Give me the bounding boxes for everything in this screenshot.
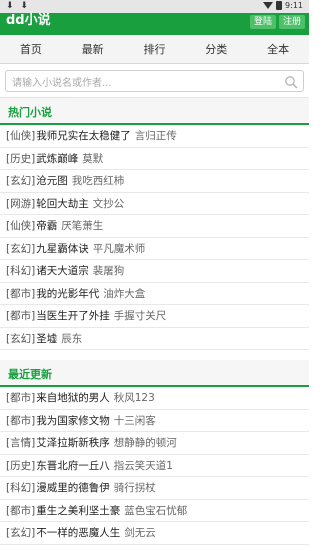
nav-ranking[interactable]: 排行 [124,35,186,63]
list-item[interactable]: [都市]当医生开了外挂 手握寸关尺 [0,305,309,328]
author-link[interactable]: 指云笑天道1 [114,460,173,472]
author-link[interactable]: 蓝色宝石忧郁 [124,505,187,517]
search-icon[interactable] [284,75,298,89]
list-item[interactable]: [仙侠]帝霸 厌笔萧生 [0,215,309,238]
category-label: [玄幻] [6,242,36,255]
register-button[interactable]: 注册 [278,15,305,29]
list-item[interactable]: [科幻]漫威里的德鲁伊 骑行拐杖 [0,477,309,500]
hot-section-header: 热门小说 [0,98,309,125]
hot-section-title: 热门小说 [8,106,52,119]
book-title-link[interactable]: 帝霸 [36,220,57,232]
search-input[interactable] [6,73,303,94]
book-title-link[interactable]: 重生之美利坚土豪 [36,505,120,517]
category-label: [历史] [6,459,36,472]
login-button[interactable]: 登陆 [249,15,276,29]
author-link[interactable]: 裴屠狗 [93,265,125,277]
section-spacer [0,350,309,360]
app-header: dd小说 登陆 注册 [0,13,309,35]
category-label: [仙侠] [6,220,36,232]
category-label: [科幻] [6,265,36,277]
book-title-link[interactable]: 诸天大道宗 [36,265,89,277]
book-title-link[interactable]: 武炼巅峰 [36,153,78,165]
auth-buttons: 登陆 注册 [249,15,305,29]
list-item[interactable]: [都市]我为国家修文物 十三闲客 [0,410,309,432]
book-title-link[interactable]: 艾泽拉斯新秩序 [36,437,110,449]
book-title-link[interactable]: 漫威里的德鲁伊 [36,482,110,494]
download-icon: ⬇ ⬇ [6,1,30,11]
latest-list: [都市]来自地狱的男人 秋风123 [都市]我为国家修文物 十三闲客 [言情]艾泽拉斯新… [0,387,309,550]
list-item[interactable]: [历史]武炼巅峰 莫默 [0,148,309,170]
category-label: [玄幻] [6,527,36,539]
author-link[interactable]: 平凡魔术师 [93,243,146,255]
list-item[interactable]: [仙侠]别拿师兄不当大佬肝天 [0,545,309,550]
status-right: 9:11 [263,1,303,10]
hot-list: [仙侠]我师兄实在太稳健了 言归正传 [历史]武炼巅峰 莫默 [玄幻]沧元图 我吃西红柿[… [0,125,309,350]
book-title-link[interactable]: 我师兄实在太稳健了 [36,130,131,142]
list-item[interactable]: [历史]东晋北府一丘八 指云笑天道1 [0,455,309,477]
category-label: [科幻] [6,482,36,494]
list-item[interactable]: [玄幻]九星霸体诀 平凡魔术师 [0,238,309,260]
category-label: [历史] [6,152,36,165]
author-link[interactable]: 辰东 [61,333,82,345]
author-link[interactable]: 想静静的顿河 [114,437,177,449]
search-bar [0,64,309,98]
clock: 9:11 [285,1,303,10]
category-label: [言情] [6,437,36,449]
list-item[interactable]: [玄幻]沧元图 我吃西红柿 [0,170,309,193]
search-box [5,70,304,94]
book-title-link[interactable]: 圣墟 [36,333,57,345]
list-item[interactable]: [都市]重生之美利坚土豪 蓝色宝石忧郁 [0,500,309,522]
author-link[interactable]: 秋风123 [114,392,155,404]
book-title-link[interactable]: 当医生开了外挂 [36,310,110,322]
list-item[interactable]: [都市]我的光影年代 油炸大盒 [0,283,309,305]
author-link[interactable]: 我吃西红柿 [72,175,125,187]
author-link[interactable]: 骑行拐杖 [114,482,156,494]
nav-complete[interactable]: 全本 [247,35,309,63]
author-link[interactable]: 十三闲客 [114,415,156,427]
book-title-link[interactable]: 轮回大劫主 [36,198,89,210]
category-label: [都市] [6,504,36,517]
category-label: [网游] [6,197,36,210]
author-link[interactable]: 文抄公 [93,198,125,210]
category-label: [玄幻] [6,332,36,345]
book-title-link[interactable]: 九星霸体诀 [36,243,89,255]
latest-section-header: 最近更新 [0,360,309,387]
list-item[interactable]: [玄幻]不一样的恶魔人生 剑无云 [0,522,309,545]
book-title-link[interactable]: 我的光影年代 [36,288,99,300]
book-title-link[interactable]: 来自地狱的男人 [36,392,110,404]
nav-category[interactable]: 分类 [185,35,247,63]
wifi-icon [263,2,274,9]
author-link[interactable]: 手握寸关尺 [114,310,167,322]
list-item[interactable]: [都市]来自地狱的男人 秋风123 [0,387,309,410]
book-title-link[interactable]: 我为国家修文物 [36,415,110,427]
battery-icon [276,1,283,10]
latest-section-title: 最近更新 [8,368,52,381]
book-title-link[interactable]: 沧元图 [36,175,68,187]
category-label: [都市] [6,287,36,300]
status-bar: ⬇ ⬇ 9:11 [0,0,309,13]
book-title-link[interactable]: 不一样的恶魔人生 [36,527,120,539]
list-item[interactable]: [言情]艾泽拉斯新秩序 想静静的顿河 [0,432,309,455]
nav-home[interactable]: 首页 [0,35,62,63]
author-link[interactable]: 厌笔萧生 [61,220,103,232]
author-link[interactable]: 莫默 [82,153,103,165]
category-label: [都市] [6,414,36,427]
book-title-link[interactable]: 东晋北府一丘八 [36,460,110,472]
list-item[interactable]: [玄幻]圣墟 辰东 [0,328,309,350]
app-title: dd小说 [6,13,51,28]
nav-latest[interactable]: 最新 [62,35,124,63]
list-item[interactable]: [科幻]诸天大道宗 裴屠狗 [0,260,309,283]
author-link[interactable]: 剑无云 [124,527,156,539]
category-label: [玄幻] [6,175,36,187]
category-label: [都市] [6,310,36,322]
author-link[interactable]: 油炸大盒 [103,288,145,300]
author-link[interactable]: 言归正传 [135,130,177,142]
list-item[interactable]: [网游]轮回大劫主 文抄公 [0,193,309,215]
category-label: [仙侠] [6,130,36,142]
main-nav: 首页 最新 排行 分类 全本 [0,35,309,64]
list-item[interactable]: [仙侠]我师兄实在太稳健了 言归正传 [0,125,309,148]
category-label: [都市] [6,392,36,404]
